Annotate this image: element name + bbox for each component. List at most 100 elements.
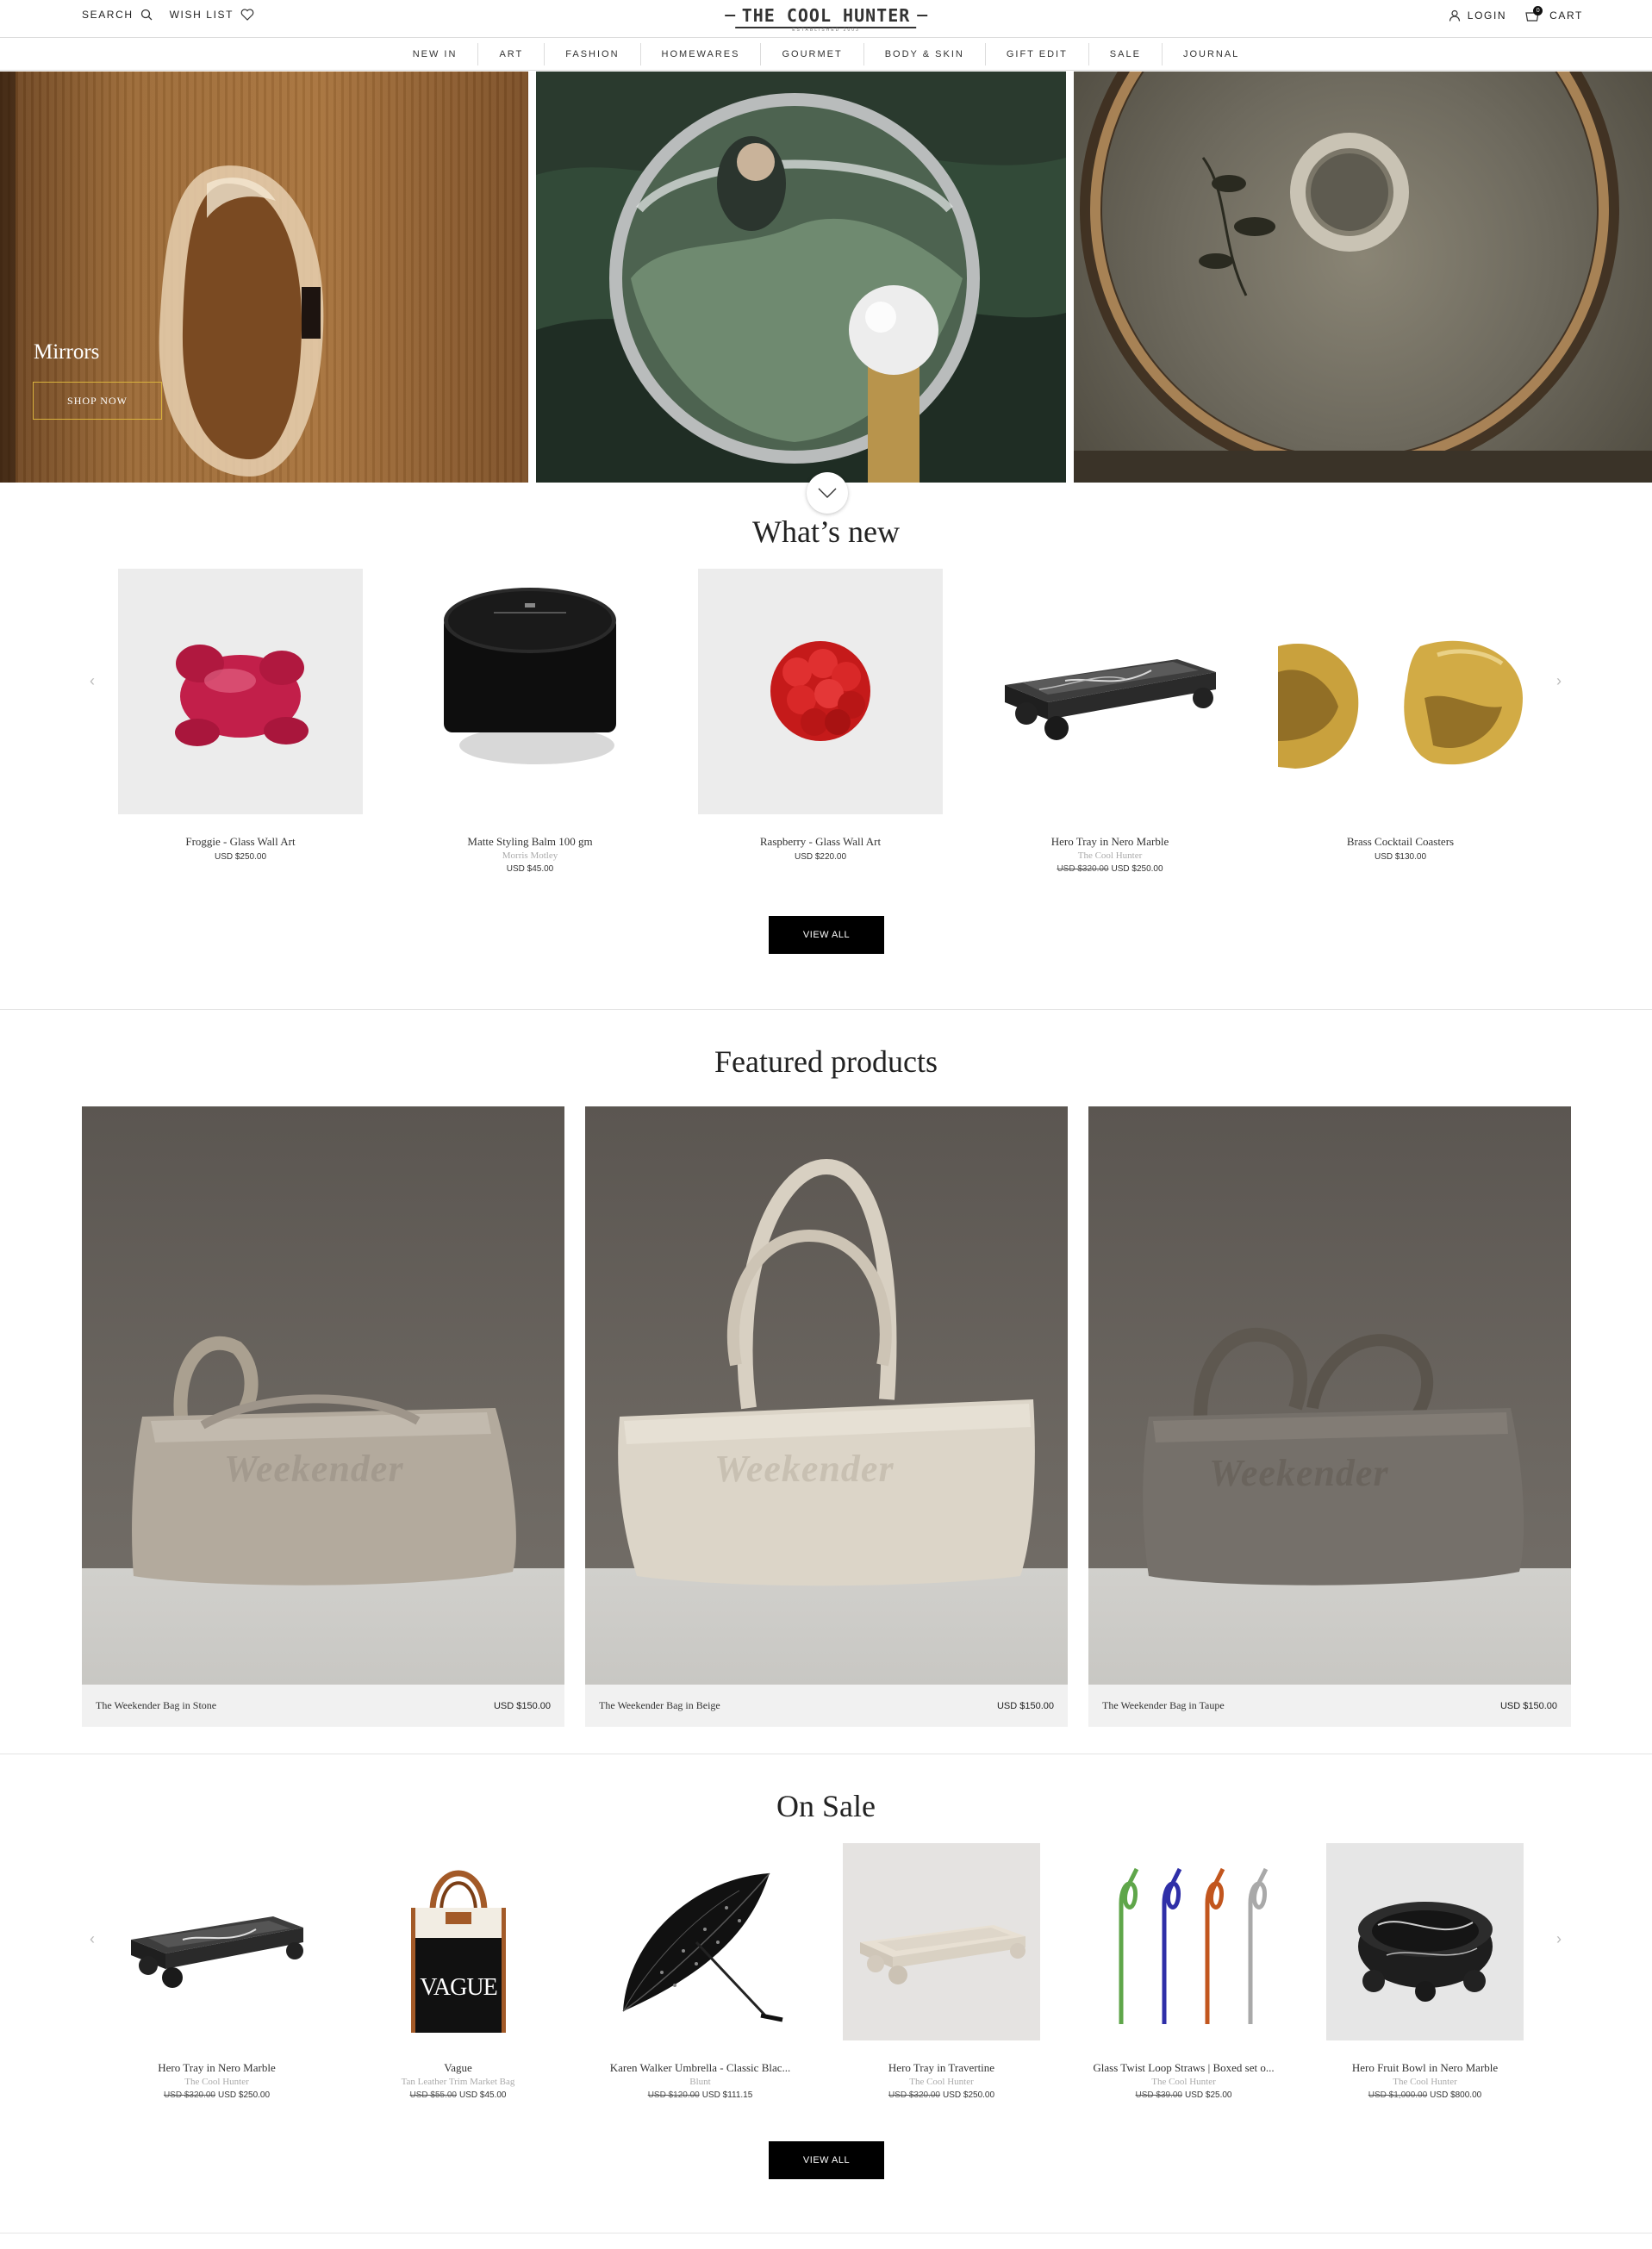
product-old-price: USD $39.00 xyxy=(1135,2090,1182,2100)
product-price: USD $320.00 USD $250.00 xyxy=(988,864,1232,874)
featured-caption: The Weekender Bag in Stone USD $150.00 xyxy=(82,1685,564,1727)
product-sale-price: USD $25.00 xyxy=(1185,2090,1232,2100)
product-sale-price: USD $250.00 xyxy=(943,2090,995,2100)
on-sale-prev-arrow[interactable]: ‹ xyxy=(90,1930,95,1948)
product-price: USD $250.00 xyxy=(214,852,267,862)
product-name: The Weekender Bag in Beige xyxy=(599,1699,720,1711)
product-vendor: The Cool Hunter xyxy=(1151,2077,1216,2087)
search-button[interactable]: SEARCH xyxy=(82,9,153,21)
product-image-hero-fruit-bowl[interactable] xyxy=(1326,1843,1524,2040)
featured-product-card[interactable]: Weekender The Weekender Bag in Beige USD… xyxy=(585,1106,1068,1727)
product-name: Raspberry - Glass Wall Art xyxy=(759,835,882,848)
product-name: The Weekender Bag in Taupe xyxy=(1102,1699,1225,1711)
nav-item-fashion[interactable]: FASHION xyxy=(544,42,639,65)
product-name: Hero Tray in Travertine xyxy=(888,2061,995,2074)
product-image-hero-tray-travertine[interactable] xyxy=(843,1843,1040,2040)
nav-item-art[interactable]: ART xyxy=(477,42,544,65)
product-name: Froggie - Glass Wall Art xyxy=(185,835,296,848)
nav-item-homewares[interactable]: HOMEWARES xyxy=(639,42,761,65)
scroll-down-button[interactable] xyxy=(807,472,848,514)
whats-new-next-arrow[interactable]: › xyxy=(1556,672,1562,690)
hero-image-ring-mirror[interactable] xyxy=(1074,72,1652,483)
product-name: Matte Styling Balm 100 gm xyxy=(467,835,593,848)
product-vendor: Tan Leather Trim Market Bag xyxy=(401,2077,515,2087)
product-name: Vague xyxy=(444,2061,472,2074)
featured-product-card[interactable]: Weekender The Weekender Bag in Taupe USD… xyxy=(1088,1106,1571,1727)
on-sale-view-all-button[interactable]: VIEW ALL xyxy=(769,2141,884,2179)
main-nav: NEW IN ART FASHION HOMEWARES GOURMET BOD… xyxy=(0,38,1652,71)
product-image-brass-coasters[interactable] xyxy=(1278,569,1523,814)
cart-button[interactable]: 0 CART xyxy=(1525,6,1583,22)
product-price: USD $1,000.00 USD $800.00 xyxy=(1326,2090,1524,2100)
hero-shop-now-button[interactable]: SHOP NOW xyxy=(33,382,162,420)
section-divider xyxy=(0,1009,1652,1010)
product-image-raspberry[interactable] xyxy=(698,569,943,814)
login-button[interactable]: LOGIN xyxy=(1449,9,1506,22)
product-card[interactable]: Hero Fruit Bowl in Nero Marble The Cool … xyxy=(1326,1843,1524,2100)
product-name: Karen Walker Umbrella - Classic Blac... xyxy=(609,2061,791,2074)
product-card[interactable]: Hero Tray in Travertine The Cool Hunter … xyxy=(843,1843,1040,2100)
product-image-hero-tray-nero[interactable] xyxy=(988,569,1232,814)
featured-product-card[interactable]: Weekender The Weekender Bag in Stone USD… xyxy=(82,1106,564,1727)
nav-item-sale[interactable]: SALE xyxy=(1088,42,1162,65)
search-icon xyxy=(140,9,153,21)
product-price: USD $120.00 USD $111.15 xyxy=(602,2090,799,2100)
login-label: LOGIN xyxy=(1467,9,1507,22)
product-price: USD $320.00 USD $250.00 xyxy=(118,2090,315,2100)
product-old-price: USD $320.00 xyxy=(1057,864,1109,874)
hero-image-round-mirror[interactable] xyxy=(536,72,1066,483)
wishlist-label: WISH LIST xyxy=(169,9,234,21)
product-card[interactable]: Glass Twist Loop Straws | Boxed set o...… xyxy=(1085,1843,1282,2100)
nav-item-gift-edit[interactable]: GIFT EDIT xyxy=(984,42,1088,65)
product-card[interactable]: VAGUE Vague Tan Leather Trim Market Bag … xyxy=(359,1843,557,2100)
nav-item-new-in[interactable]: NEW IN xyxy=(392,43,478,65)
whats-new-view-all-button[interactable]: VIEW ALL xyxy=(769,916,884,954)
wishlist-button[interactable]: WISH LIST xyxy=(170,9,254,21)
product-card[interactable]: Matte Styling Balm 100 gm Morris Motley … xyxy=(408,569,652,874)
bag-print-text: Weekender xyxy=(224,1448,404,1490)
product-price: USD $220.00 xyxy=(794,852,847,862)
featured-image-stone[interactable]: Weekender xyxy=(82,1106,564,1685)
nav-item-journal[interactable]: JOURNAL xyxy=(1161,42,1260,65)
product-card[interactable]: Froggie - Glass Wall Art USD $250.00 xyxy=(118,569,363,862)
product-price: USD $320.00 USD $250.00 xyxy=(843,2090,1040,2100)
product-sale-price: USD $250.00 xyxy=(1111,864,1163,874)
product-old-price: USD $120.00 xyxy=(647,2090,700,2100)
whats-new-prev-arrow[interactable]: ‹ xyxy=(90,672,95,690)
on-sale-next-arrow[interactable]: › xyxy=(1556,1930,1562,1948)
product-vendor: Morris Motley xyxy=(502,850,558,861)
featured-image-taupe[interactable]: Weekender xyxy=(1088,1106,1571,1685)
product-image-vague-tote[interactable]: VAGUE xyxy=(359,1843,557,2040)
hero-image-wood-mirror[interactable]: Mirrors SHOP NOW xyxy=(0,72,528,483)
product-sale-price: USD $800.00 xyxy=(1430,2090,1482,2100)
product-name: Glass Twist Loop Straws | Boxed set o... xyxy=(1093,2061,1275,2074)
product-image-glass-straws[interactable] xyxy=(1085,1843,1282,2040)
site-logo[interactable]: THE COOL HUNTER ESTABLISHED 2003 xyxy=(724,5,928,33)
product-card[interactable]: Karen Walker Umbrella - Classic Blac... … xyxy=(602,1843,799,2100)
product-old-price: USD $55.00 xyxy=(409,2090,457,2100)
product-name: Hero Tray in Nero Marble xyxy=(158,2061,276,2074)
product-image-froggie[interactable] xyxy=(118,569,363,814)
product-name: Hero Fruit Bowl in Nero Marble xyxy=(1351,2061,1499,2074)
nav-item-gourmet[interactable]: GOURMET xyxy=(760,42,863,65)
cart-label: CART xyxy=(1549,9,1583,22)
product-image-hero-tray-nero[interactable] xyxy=(118,1843,315,2040)
product-image-umbrella[interactable] xyxy=(602,1843,799,2040)
product-price: USD $150.00 xyxy=(1499,1700,1557,1711)
product-name: Hero Tray in Nero Marble xyxy=(1050,835,1169,848)
product-image-styling-balm[interactable] xyxy=(408,569,652,814)
product-card[interactable]: Raspberry - Glass Wall Art USD $220.00 xyxy=(698,569,943,862)
nav-item-body-skin[interactable]: BODY & SKIN xyxy=(863,42,985,65)
product-card[interactable]: Hero Tray in Nero Marble The Cool Hunter… xyxy=(118,1843,315,2100)
product-name: Brass Cocktail Coasters xyxy=(1346,835,1455,848)
bag-print-text: Weekender xyxy=(1209,1452,1389,1494)
bag-print-text: Weekender xyxy=(714,1448,895,1490)
product-card[interactable]: Brass Cocktail Coasters USD $130.00 xyxy=(1278,569,1523,862)
cart-count-badge: 0 xyxy=(1533,6,1543,16)
product-card[interactable]: Hero Tray in Nero Marble The Cool Hunter… xyxy=(988,569,1232,874)
product-vendor: The Cool Hunter xyxy=(909,2077,974,2087)
on-sale-title: On Sale xyxy=(776,1789,876,1823)
featured-image-beige[interactable]: Weekender xyxy=(585,1106,1068,1685)
search-label: SEARCH xyxy=(82,9,134,21)
product-price: USD $130.00 xyxy=(1374,852,1427,862)
